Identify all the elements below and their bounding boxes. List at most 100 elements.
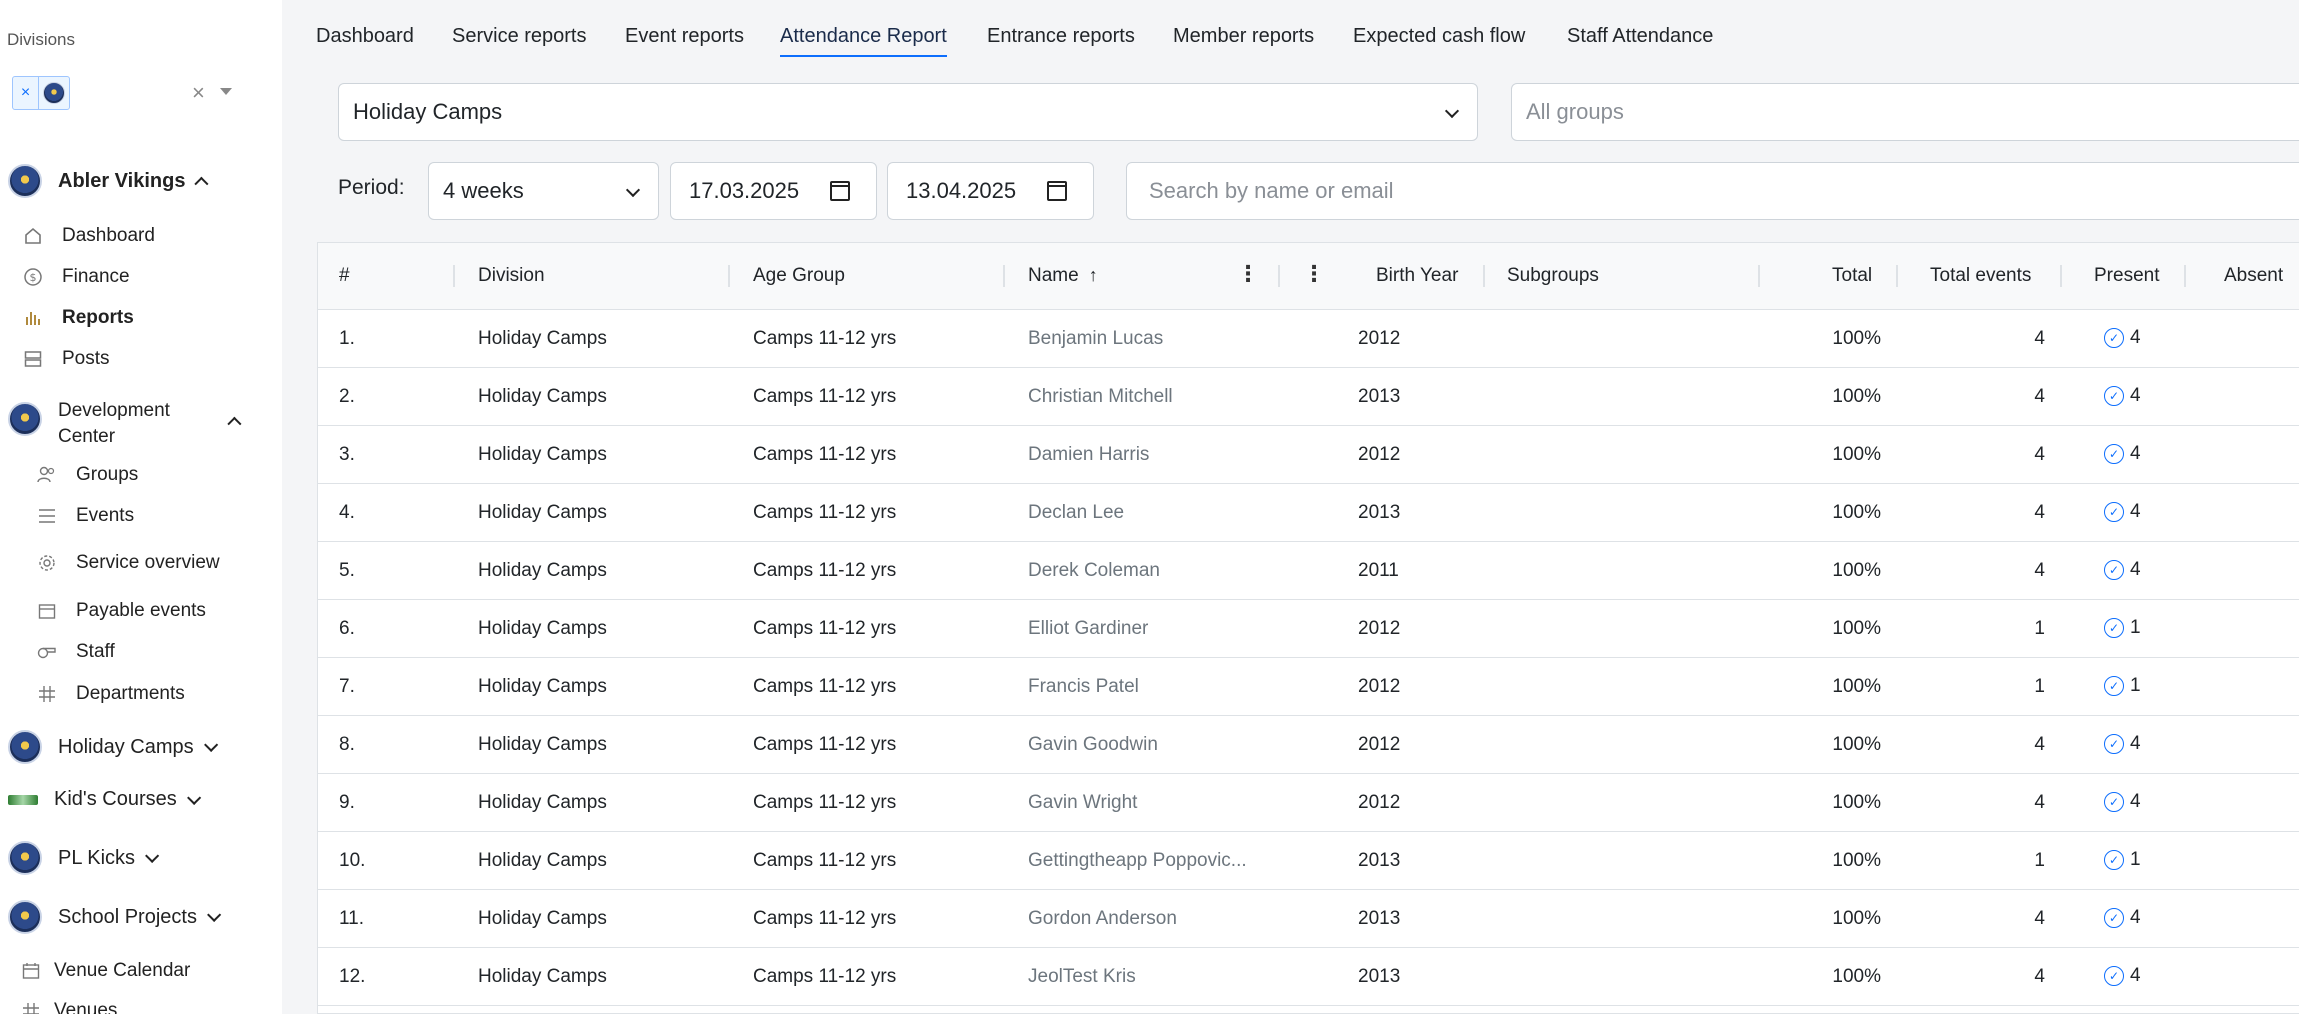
org-name: Holiday Camps	[58, 735, 194, 758]
sidebar-item-departments[interactable]: Departments	[36, 683, 185, 705]
cell-total: 100%	[1832, 792, 1881, 813]
col-birth-year[interactable]: Birth Year	[1376, 265, 1458, 287]
sidebar-item-dashboard[interactable]: Dashboard	[22, 225, 155, 247]
date-from-input[interactable]: 17.03.2025	[670, 162, 877, 220]
org-abler-vikings[interactable]: Abler Vikings	[8, 164, 209, 198]
column-resizer[interactable]	[1278, 265, 1280, 287]
cell-birth-year: 2013	[1358, 966, 1401, 987]
sidebar-item-reports[interactable]: Reports	[22, 307, 134, 329]
sort-ascending-icon[interactable]: ↑	[1089, 265, 1098, 286]
cell-name[interactable]: JeolTest Kris	[1028, 966, 1136, 988]
table-row[interactable]: 8. Holiday Camps Camps 11-12 yrs Gavin Good…	[318, 716, 2299, 774]
tab-attendance-report[interactable]: Attendance Report	[780, 25, 947, 57]
col-name-label: Name	[1028, 265, 1079, 286]
date-to-input[interactable]: 13.04.2025	[887, 162, 1094, 220]
table-row[interactable]: 10. Holiday Camps Camps 11-12 yrs Gettingth…	[318, 832, 2299, 890]
search-input[interactable]: Search by name or email	[1126, 162, 2299, 220]
tab-service-reports[interactable]: Service reports	[452, 25, 587, 48]
cell-name[interactable]: Damien Harris	[1028, 444, 1149, 466]
org-school-projects[interactable]: School Projects	[8, 900, 222, 934]
sidebar-item-venue-calendar[interactable]: Venue Calendar	[20, 960, 190, 982]
column-resizer[interactable]	[2184, 265, 2186, 287]
col-division[interactable]: Division	[478, 265, 545, 287]
groups-filter-select[interactable]: All groups	[1511, 83, 2299, 141]
posts-icon	[22, 348, 44, 370]
cell-name[interactable]: Gavin Wright	[1028, 792, 1137, 814]
cell-name[interactable]: Declan Lee	[1028, 502, 1124, 524]
table-row[interactable]: 12. Holiday Camps Camps 11-12 yrs JeolTest …	[318, 948, 2299, 1006]
cell-total: 100%	[1832, 618, 1881, 639]
cell-name[interactable]: Benjamin Lucas	[1028, 328, 1163, 350]
table-row[interactable]: 5. Holiday Camps Camps 11-12 yrs Derek Cole…	[318, 542, 2299, 600]
sidebar-item-groups[interactable]: Groups	[36, 464, 138, 486]
column-resizer[interactable]	[1758, 265, 1760, 287]
tab-member-reports[interactable]: Member reports	[1173, 25, 1314, 48]
cell-name[interactable]: Gavin Goodwin	[1028, 734, 1158, 756]
cell-name[interactable]: Elliot Gardiner	[1028, 618, 1148, 640]
table-row[interactable]: 1. Holiday Camps Camps 11-12 yrs Benjamin L…	[318, 310, 2299, 368]
tab-dashboard[interactable]: Dashboard	[316, 25, 414, 48]
period-select[interactable]: 4 weeks	[428, 162, 659, 220]
col-subgroups[interactable]: Subgroups	[1507, 265, 1599, 287]
sidebar-item-venues[interactable]: Venues	[20, 1000, 117, 1014]
org-logo	[8, 164, 42, 198]
cell-total-events: 4	[2034, 328, 2045, 349]
present-count: 1	[2130, 617, 2141, 638]
col-age-group[interactable]: Age Group	[753, 265, 845, 287]
col-total[interactable]: Total	[1832, 265, 1872, 287]
column-resizer[interactable]	[1896, 265, 1898, 287]
org-development-center[interactable]: Development Center	[8, 398, 242, 450]
sidebar-item-staff[interactable]: Staff	[36, 641, 115, 663]
sidebar-item-posts[interactable]: Posts	[22, 348, 110, 370]
org-pl-kicks[interactable]: PL Kicks	[8, 841, 160, 875]
cell-total: 100%	[1832, 908, 1881, 929]
org-kids-courses[interactable]: Kid's Courses	[8, 788, 201, 811]
division-filter-select[interactable]: Holiday Camps	[338, 83, 1478, 141]
sidebar-item-payable-events[interactable]: Payable events	[36, 600, 206, 622]
table-row[interactable]: 11. Holiday Camps Camps 11-12 yrs Gordon An…	[318, 890, 2299, 948]
column-menu-icon[interactable]: ⋮	[1303, 263, 1325, 285]
column-menu-icon[interactable]: ⋮	[1237, 263, 1259, 285]
cell-name[interactable]: Francis Patel	[1028, 676, 1139, 698]
col-name[interactable]: Name ↑	[1028, 265, 1098, 287]
table-row[interactable]: 3. Holiday Camps Camps 11-12 yrs Damien Har…	[318, 426, 2299, 484]
column-resizer[interactable]	[1483, 265, 1485, 287]
col-total-events[interactable]: Total events	[1930, 265, 2031, 287]
org-logo	[8, 730, 42, 764]
cell-present: ✓ 4	[2104, 501, 2141, 523]
calendar-icon[interactable]	[1047, 181, 1067, 201]
table-row[interactable]: 7. Holiday Camps Camps 11-12 yrs Francis Pa…	[318, 658, 2299, 716]
cell-name[interactable]: Christian Mitchell	[1028, 386, 1173, 408]
cell-name[interactable]: Derek Coleman	[1028, 560, 1160, 582]
cell-division: Holiday Camps	[478, 502, 607, 523]
column-resizer[interactable]	[728, 265, 730, 287]
tab-entrance-reports[interactable]: Entrance reports	[987, 25, 1135, 48]
chip-remove-icon[interactable]: ×	[13, 77, 39, 109]
caret-down-icon[interactable]	[220, 88, 232, 95]
cell-total: 100%	[1832, 676, 1881, 697]
clear-icon[interactable]: ×	[192, 80, 205, 106]
tab-expected-cash-flow[interactable]: Expected cash flow	[1353, 25, 1525, 48]
tab-staff-attendance[interactable]: Staff Attendance	[1567, 25, 1713, 48]
cell-name[interactable]: Gettingtheapp Poppovic...	[1028, 850, 1247, 872]
cell-present: ✓ 1	[2104, 849, 2141, 871]
column-resizer[interactable]	[453, 265, 455, 287]
table-row[interactable]: 2. Holiday Camps Camps 11-12 yrs Christian …	[318, 368, 2299, 426]
divisions-select[interactable]: × ×	[12, 76, 236, 112]
col-present[interactable]: Present	[2094, 265, 2159, 287]
sidebar-item-finance[interactable]: $ Finance	[22, 266, 130, 288]
sidebar-item-service-overview[interactable]: Service overview	[36, 552, 220, 574]
table-row[interactable]: 4. Holiday Camps Camps 11-12 yrs Declan Lee…	[318, 484, 2299, 542]
col-absent[interactable]: Absent	[2224, 265, 2283, 287]
table-row[interactable]: 9. Holiday Camps Camps 11-12 yrs Gavin Wrig…	[318, 774, 2299, 832]
cell-num: 1.	[339, 328, 355, 349]
tab-event-reports[interactable]: Event reports	[625, 25, 744, 48]
table-row[interactable]: 6. Holiday Camps Camps 11-12 yrs Elliot Gar…	[318, 600, 2299, 658]
column-resizer[interactable]	[1003, 265, 1005, 287]
sidebar-item-events[interactable]: Events	[36, 505, 134, 527]
cell-name[interactable]: Gordon Anderson	[1028, 908, 1177, 930]
calendar-icon[interactable]	[830, 181, 850, 201]
column-resizer[interactable]	[2060, 265, 2062, 287]
org-holiday-camps[interactable]: Holiday Camps	[8, 730, 218, 764]
date-from-value: 17.03.2025	[689, 178, 800, 203]
